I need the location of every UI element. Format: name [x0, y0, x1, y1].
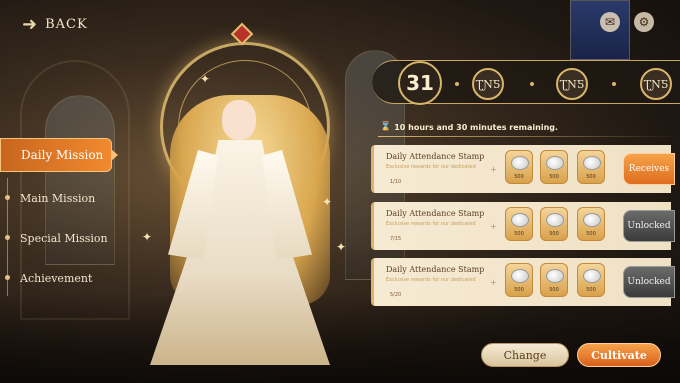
time-remaining: ⌛ 10 hours and 30 minutes remaining.: [380, 122, 558, 132]
current-day-counter: 31: [398, 61, 442, 105]
coin-icon: [583, 269, 601, 283]
nav-item-label: Achievement: [20, 271, 93, 285]
nav-dot-icon: [5, 275, 10, 280]
coin-icon: [546, 213, 564, 227]
sparkle-icon: ✦: [142, 230, 153, 244]
nav-item-achievement[interactable]: Achievement: [0, 258, 120, 298]
mission-progress: 5/20: [390, 292, 402, 298]
background-floor: [0, 293, 680, 383]
nav-item-special-mission[interactable]: Special Mission: [0, 218, 120, 258]
mission-title: Daily Attendance Stamp: [386, 209, 485, 218]
milestone-label: ƮƝƼ: [643, 77, 669, 91]
plus-icon: +: [490, 222, 497, 231]
reward-qty: 500: [514, 287, 524, 293]
mail-button[interactable]: ✉: [600, 12, 620, 32]
mission-title: Daily Attendance Stamp: [386, 152, 485, 161]
reward-qty: 500: [586, 287, 596, 293]
mission-subtitle: Exclusive rewards for our dedicated: [386, 164, 476, 170]
back-label: BACK: [45, 17, 88, 32]
divider: [378, 136, 680, 137]
nav-item-label: Main Mission: [20, 191, 96, 205]
mission-card: Daily Attendance Stamp Exclusive rewards…: [371, 258, 675, 306]
settings-button[interactable]: ⚙: [634, 12, 654, 32]
reward-qty: 500: [586, 231, 596, 237]
nav-dot-icon: [5, 195, 10, 200]
unlocked-button[interactable]: Unlocked: [623, 210, 675, 242]
mission-progress: 1/10: [390, 179, 402, 185]
change-button[interactable]: Change: [481, 343, 569, 367]
nav-item-label: Daily Mission: [21, 148, 104, 162]
coin-icon: [546, 156, 564, 170]
coin-icon: [511, 156, 529, 170]
reward-qty: 500: [586, 174, 596, 180]
reward-qty: 500: [514, 231, 524, 237]
back-button[interactable]: ➜ BACK: [22, 14, 88, 35]
sparkle-icon: ✦: [200, 72, 211, 86]
nav-dot-icon: [5, 235, 10, 240]
sparkle-icon: ✦: [336, 240, 347, 254]
time-remaining-text: 10 hours and 30 minutes remaining.: [394, 122, 559, 132]
milestone-node[interactable]: ƮƝƼ: [556, 68, 588, 100]
reward-item[interactable]: 500: [577, 150, 605, 184]
coin-icon: [583, 213, 601, 227]
mission-nav: Daily Mission Main Mission Special Missi…: [0, 138, 120, 298]
winged-arrow-icon: ➜: [22, 14, 38, 35]
reward-item[interactable]: 500: [540, 150, 568, 184]
receive-button[interactable]: Receives: [623, 153, 675, 185]
milestone-node[interactable]: ƮƝƼ: [472, 68, 504, 100]
character-face: [222, 100, 256, 140]
coin-icon: [511, 269, 529, 283]
reward-item[interactable]: 500: [505, 150, 533, 184]
milestone-label: ƮƝƼ: [559, 77, 585, 91]
coin-icon: [511, 213, 529, 227]
background-banner: [570, 0, 630, 60]
reward-qty: 500: [549, 287, 559, 293]
mission-subtitle: Exclusive rewards for our dedicated: [386, 277, 476, 283]
reward-item[interactable]: 500: [505, 207, 533, 241]
nav-item-daily-mission[interactable]: Daily Mission: [0, 138, 118, 172]
plus-icon: +: [490, 165, 497, 174]
mission-title: Daily Attendance Stamp: [386, 265, 485, 274]
mission-card: Daily Attendance Stamp Exclusive rewards…: [371, 202, 675, 250]
reward-qty: 500: [549, 174, 559, 180]
reward-item[interactable]: 500: [577, 263, 605, 297]
plus-icon: +: [490, 278, 497, 287]
gear-icon: ⚙: [638, 15, 650, 29]
reward-item[interactable]: 500: [577, 207, 605, 241]
reward-qty: 500: [549, 231, 559, 237]
reward-qty: 500: [514, 174, 524, 180]
milestone-node[interactable]: ƮƝƼ: [640, 68, 672, 100]
coin-icon: [546, 269, 564, 283]
cultivate-button[interactable]: Cultivate: [577, 343, 661, 367]
mission-card: Daily Attendance Stamp Exclusive rewards…: [371, 145, 675, 193]
unlocked-button[interactable]: Unlocked: [623, 266, 675, 298]
reward-item[interactable]: 500: [505, 263, 533, 297]
sparkle-icon: ✦: [322, 195, 333, 209]
track-dot: [530, 82, 534, 86]
nav-item-main-mission[interactable]: Main Mission: [0, 178, 120, 218]
mission-progress: 7/15: [390, 236, 402, 242]
reward-item[interactable]: 500: [540, 207, 568, 241]
track-dot: [455, 82, 459, 86]
mail-icon: ✉: [604, 15, 616, 29]
mission-subtitle: Exclusive rewards for our dedicated: [386, 221, 476, 227]
milestone-label: ƮƝƼ: [475, 77, 501, 91]
hourglass-icon: ⌛: [380, 122, 392, 132]
nav-item-label: Special Mission: [20, 231, 108, 245]
reward-item[interactable]: 500: [540, 263, 568, 297]
coin-icon: [583, 156, 601, 170]
track-dot: [612, 82, 616, 86]
